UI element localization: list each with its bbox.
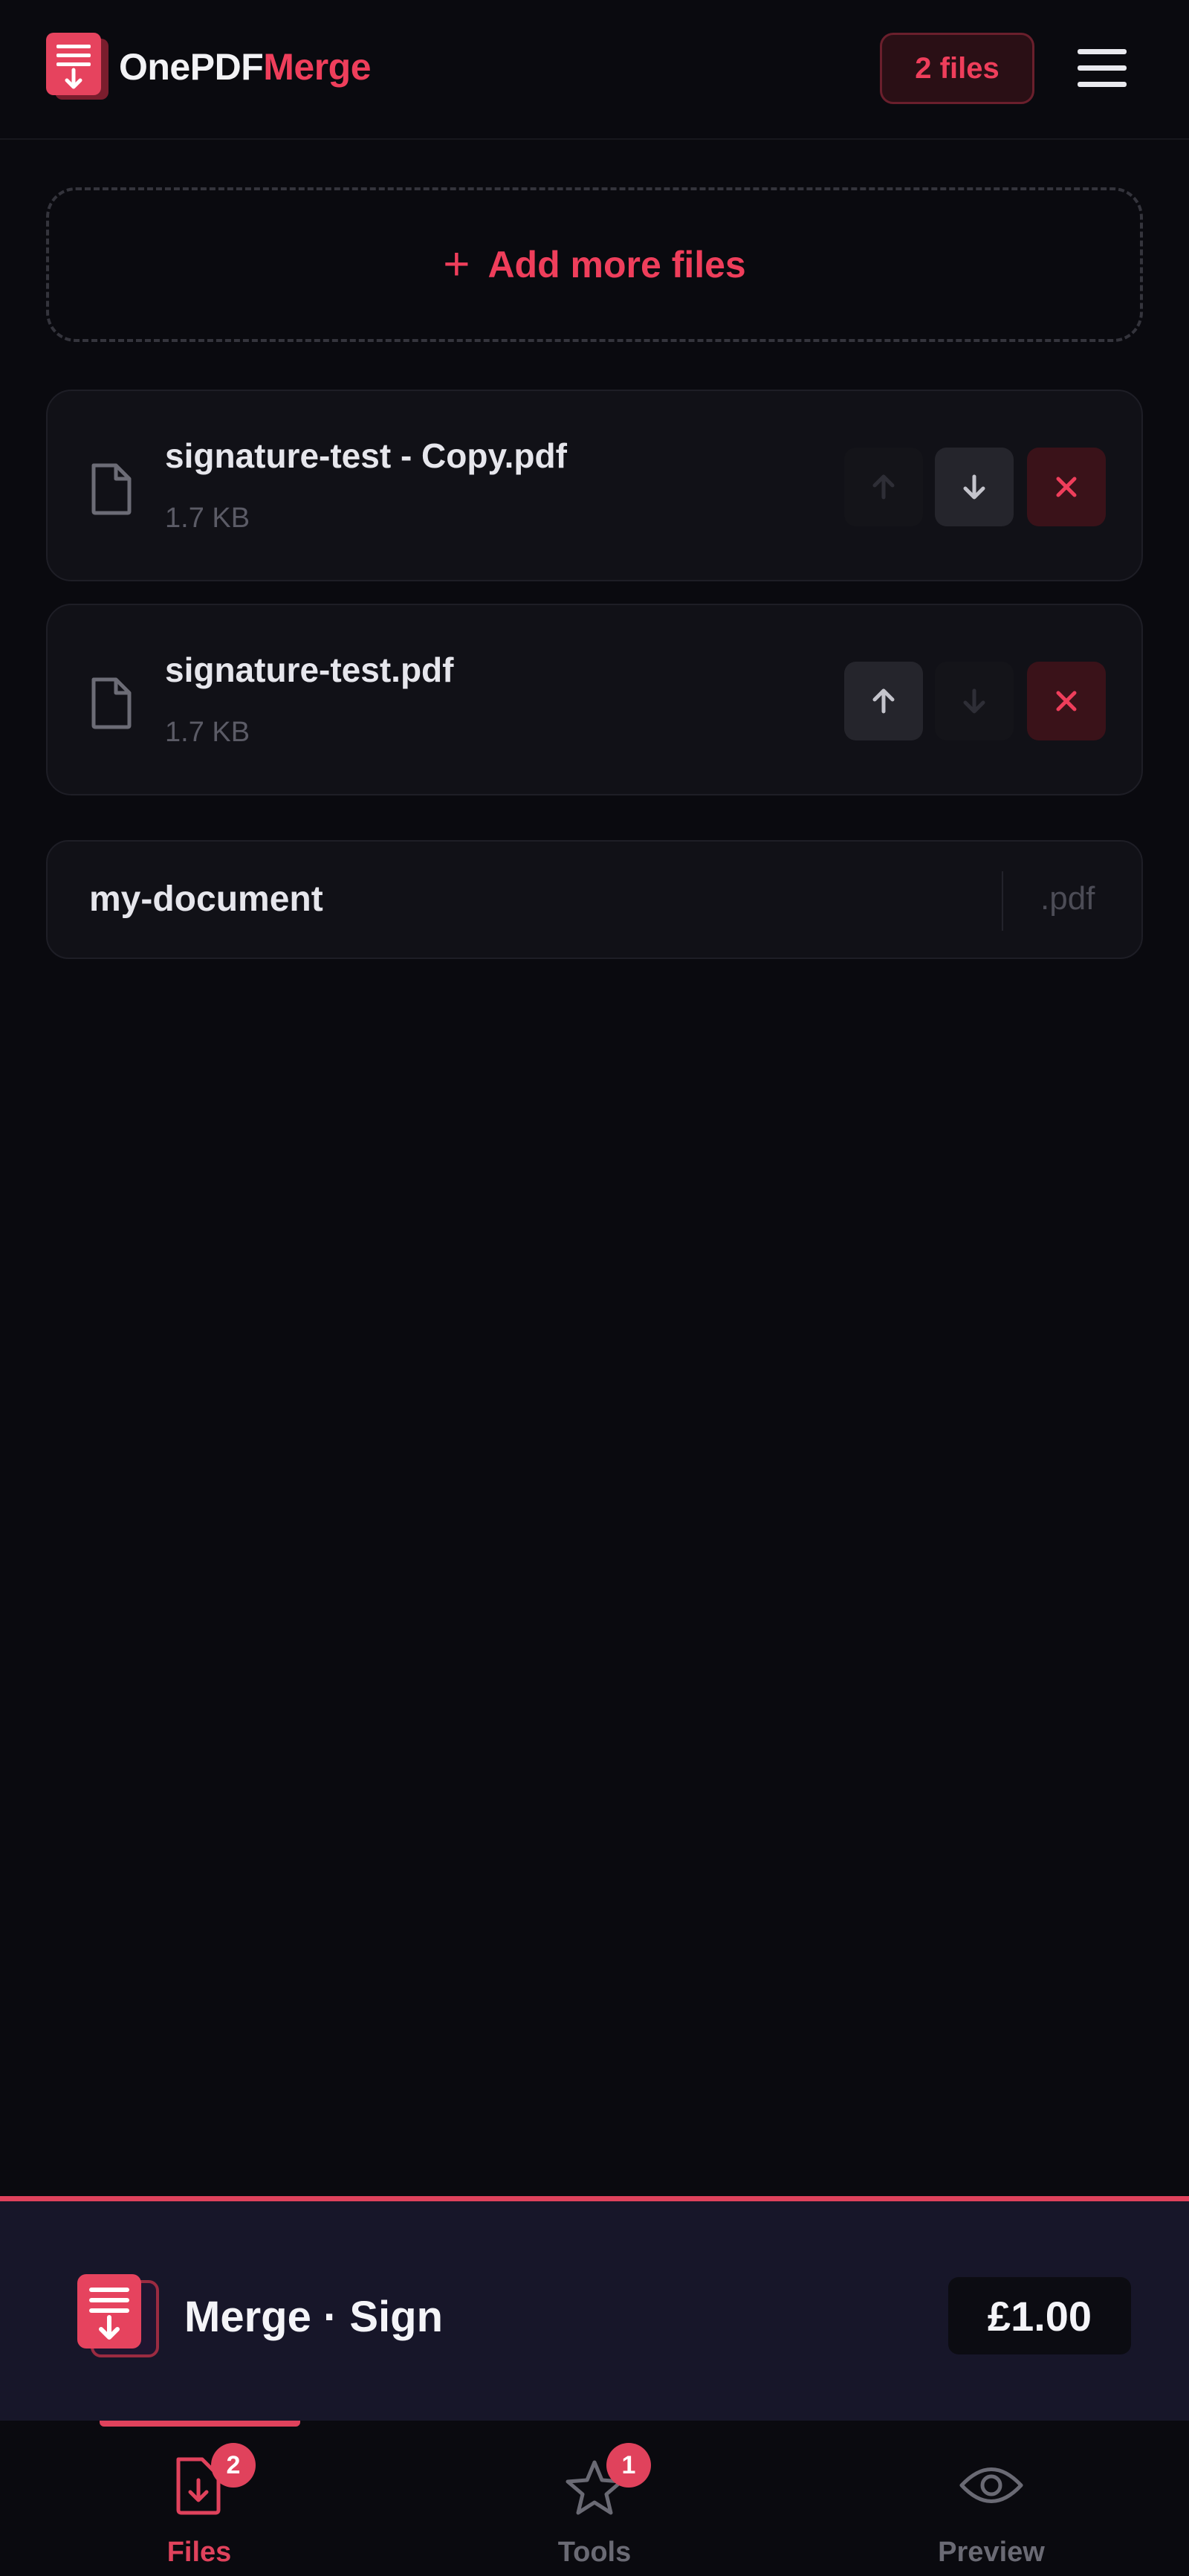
output-filename-input[interactable]: my-document [89, 879, 323, 920]
close-icon [1056, 477, 1077, 497]
merge-action-bar[interactable]: Merge · Sign £1.00 [0, 2196, 1189, 2421]
arrow-up-icon [872, 688, 895, 714]
files-count-badge: 2 [211, 2443, 256, 2488]
file-size: 1.7 KB [165, 503, 250, 534]
close-icon [1056, 691, 1077, 711]
nav-tab-tools[interactable]: 1 Tools [483, 2421, 706, 2576]
arrow-down-icon [963, 474, 985, 500]
pdf-merge-icon [77, 2274, 159, 2357]
move-up-button[interactable] [844, 448, 923, 526]
add-more-files-button[interactable]: + Add more files [46, 187, 1143, 342]
arrow-up-icon [872, 474, 895, 500]
arrow-down-icon [963, 688, 985, 714]
file-list-item: signature-test.pdf 1.7 KB [46, 604, 1143, 795]
plus-icon: + [443, 239, 470, 290]
file-name: signature-test.pdf [165, 651, 454, 689]
brand-name-part1: OnePDF [119, 46, 264, 88]
file-icon [91, 677, 132, 729]
app-header: OnePDFMerge 2 files [0, 0, 1189, 140]
file-size: 1.7 KB [165, 717, 250, 748]
add-more-files-label: Add more files [487, 244, 746, 285]
divider [1002, 871, 1003, 931]
tools-count-badge: 1 [606, 2443, 651, 2488]
brand-logo[interactable]: OnePDFMerge [45, 31, 372, 103]
nav-label-tools: Tools [557, 2537, 632, 2568]
pdf-merge-logo-icon [46, 33, 108, 100]
file-list-item: signature-test - Copy.pdf 1.7 KB [46, 390, 1143, 581]
move-down-button[interactable] [935, 662, 1014, 740]
bottom-navigation: 2 Files 1 Tools Preview [0, 2421, 1189, 2576]
eye-icon [959, 2467, 1023, 2503]
menu-icon-line [1078, 82, 1127, 87]
file-name: signature-test - Copy.pdf [165, 436, 567, 475]
move-up-button[interactable] [844, 662, 923, 740]
action-title: Merge · Sign [184, 2293, 444, 2341]
files-count-badge[interactable]: 2 files [880, 33, 1034, 104]
nav-tab-files[interactable]: 2 Files [88, 2421, 311, 2576]
menu-icon-line [1078, 65, 1127, 71]
file-icon [91, 463, 132, 515]
nav-label-preview: Preview [938, 2537, 1045, 2568]
remove-file-button[interactable] [1027, 662, 1106, 740]
price-tag[interactable]: £1.00 [948, 2277, 1131, 2354]
brand-name: OnePDFMerge [119, 45, 372, 88]
remove-file-button[interactable] [1027, 448, 1106, 526]
brand-name-part2: Merge [263, 46, 372, 88]
menu-icon-line [1078, 49, 1127, 54]
file-extension-label: .pdf [1040, 880, 1095, 917]
nav-tab-preview[interactable]: Preview [880, 2421, 1103, 2576]
output-filename-field[interactable]: my-document .pdf [46, 840, 1143, 959]
nav-label-files: Files [166, 2537, 232, 2568]
hamburger-menu-button[interactable] [1075, 48, 1131, 89]
move-down-button[interactable] [935, 448, 1014, 526]
